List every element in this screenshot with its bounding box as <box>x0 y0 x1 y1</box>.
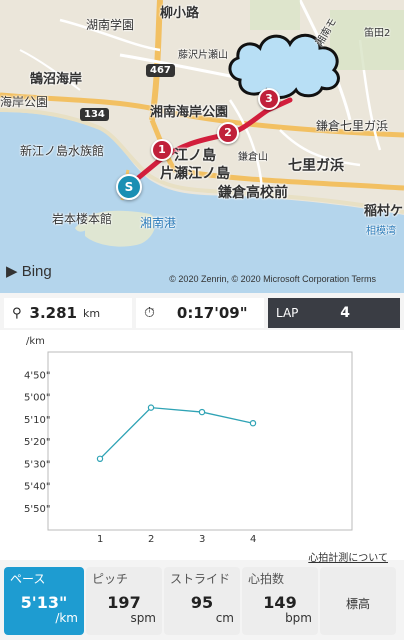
tab-elevation-label: 標高 <box>345 597 370 611</box>
distance-value: 3.281 <box>29 304 77 322</box>
pace-point <box>147 404 155 411</box>
pace-point <box>198 408 206 416</box>
time-value: 0:17'09" <box>176 304 248 322</box>
tab-elevation[interactable]: 標高 <box>320 567 396 635</box>
y-tick-label: 4'50" <box>24 370 50 381</box>
map-copyright[interactable]: © 2020 Zenrin, © 2020 Microsoft Corporat… <box>169 274 376 284</box>
distance-unit: km <box>82 306 101 320</box>
tab-stride-value: 95 <box>190 593 214 612</box>
tab-stride[interactable]: ストライド 95 cm <box>164 567 240 635</box>
label-yanagi: 柳小路 <box>160 6 200 21</box>
tab-pace[interactable]: ペース 5'13" /km <box>4 567 84 635</box>
pace-chart-svg: /km 4'50" 5'00" 5'10" 5'20" 5'30" 5'40" 5'50" 1 2… <box>24 336 353 545</box>
pace-chart: /km 4'50" 5'00" 5'10" 5'20" 5'30" 5'40" 5'50" 1 2… <box>0 330 404 560</box>
label-fujisawa-katase: 藤沢片瀬山 <box>178 50 228 61</box>
pace-line <box>99 406 254 460</box>
lap-box[interactable]: LAP 4 <box>268 298 400 328</box>
lap-marker-2[interactable]: 2 <box>217 122 239 144</box>
time-box: ⏱ 0:17'09" <box>136 298 264 328</box>
label-kamakurayama: 鎌倉山 <box>238 152 268 163</box>
lap-label: LAP <box>276 306 299 320</box>
y-tick-label: 5'50" <box>24 504 50 515</box>
tab-pitch[interactable]: ピッチ 197 spm <box>86 567 162 635</box>
distance-box: ⚲ 3.281 km <box>4 298 132 328</box>
x-tick-label: 3 <box>199 534 205 545</box>
route-467-shield: 467 <box>146 64 175 77</box>
chart-frame <box>47 351 353 531</box>
y-tick-label: 5'00" <box>24 393 50 404</box>
label-shonan-port: 湘南港 <box>140 216 177 230</box>
bing-icon: ▶ <box>6 263 18 280</box>
x-tick-label: 2 <box>148 534 154 545</box>
pace-point <box>249 419 257 427</box>
bing-text: Bing <box>21 263 52 280</box>
label-inamuragasaki: 稲村ケ <box>364 204 404 219</box>
x-tick-label: 4 <box>250 534 256 545</box>
stats-row: ⚲ 3.281 km ⏱ 0:17'09" LAP 4 <box>0 298 404 328</box>
label-shonan-gakuen: 湖南学園 <box>86 18 135 32</box>
tab-pace-value: 5'13" <box>20 593 68 612</box>
route-134-shield: 134 <box>80 108 109 121</box>
label-iwamotoro: 岩本楼本館 <box>52 212 113 226</box>
pace-point <box>96 455 104 463</box>
label-kamakura-shichirigahama: 鎌倉七里ガ浜 <box>316 119 389 133</box>
y-tick-label: 5'20" <box>24 437 50 448</box>
tab-pitch-unit: spm <box>130 611 156 625</box>
label-kaigan-park-west: 海岸公園 <box>0 95 49 109</box>
chart-y-label: /km <box>26 336 45 347</box>
label-kamakura-high: 鎌倉高校前 <box>218 185 288 201</box>
metric-tabs: ペース 5'13" /km ピッチ 197 spm ストライド 95 cm 心拍… <box>0 567 404 637</box>
tab-pace-label: ペース <box>10 572 46 586</box>
tab-heart-unit: bpm <box>285 611 312 625</box>
y-tick-label: 5'40" <box>24 482 50 493</box>
label-katase-enoshima: 片瀬江ノ島 <box>160 166 230 182</box>
heart-rate-info-link[interactable]: 心拍計測について <box>308 549 388 564</box>
start-marker[interactable]: S <box>116 174 142 200</box>
tab-stride-unit: cm <box>215 611 234 625</box>
tab-stride-label: ストライド <box>170 572 231 586</box>
lap-marker-1[interactable]: 1 <box>151 139 173 161</box>
label-shichirigahama: 七里ガ浜 <box>288 158 344 174</box>
stopwatch-icon: ⏱ <box>144 305 155 321</box>
tab-pitch-value: 197 <box>107 593 141 612</box>
tab-pitch-label: ピッチ <box>92 572 129 586</box>
bing-logo: ▶ Bing <box>6 262 52 280</box>
label-enoshima: 江ノ島 <box>174 148 216 164</box>
y-tick-label: 5'30" <box>24 459 50 470</box>
label-kugenuma: 鵠沼海岸 <box>30 72 83 87</box>
label-sagami: 相模湾 <box>366 226 396 237</box>
y-tick-label: 5'10" <box>24 415 50 426</box>
lap-value: 4 <box>340 305 350 321</box>
distance-icon: ⚲ <box>12 305 22 321</box>
tab-pace-unit: /km <box>55 611 78 625</box>
x-tick-label: 1 <box>97 534 103 545</box>
label-fuedazaka: 笛田2 <box>364 28 391 39</box>
tab-heart-rate[interactable]: 心拍数 149 bpm <box>242 567 318 635</box>
label-enoshima-aquarium: 新江ノ島水族館 <box>20 144 105 158</box>
lap-marker-3[interactable]: 3 <box>258 88 280 110</box>
tab-heart-label: 心拍数 <box>248 572 285 586</box>
tab-heart-value: 149 <box>263 593 297 612</box>
route-map[interactable]: 柳小路 湖南学園 藤沢片瀬山 鵠沼海岸 海岸公園 湘南海岸公園 新江ノ島水族館 … <box>0 0 404 293</box>
label-shonan-kaigan-park: 湘南海岸公園 <box>150 105 229 120</box>
